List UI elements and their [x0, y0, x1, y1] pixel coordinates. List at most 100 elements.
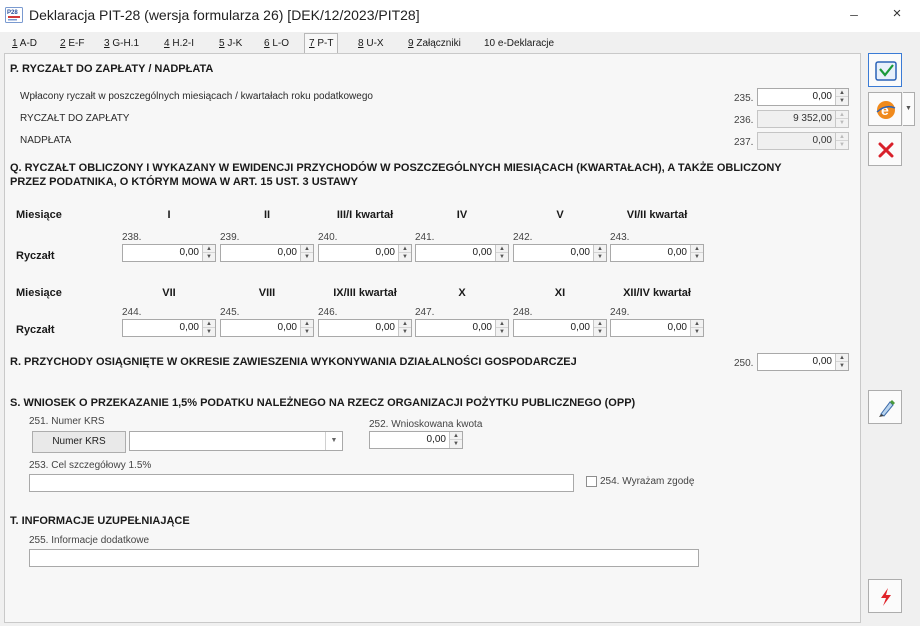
- overpayment-input: 0,00 ▲ ▼: [757, 132, 849, 150]
- monthly-flat-tax-input[interactable]: 0,00 ▲ ▼: [610, 244, 704, 262]
- save-button[interactable]: [868, 53, 902, 87]
- spin-down-icon: ▼: [839, 120, 845, 126]
- spin-down-icon[interactable]: ▼: [836, 362, 848, 370]
- requested-amount-input[interactable]: 0,00 ▲ ▼: [369, 431, 463, 449]
- close-button[interactable]: ×: [882, 5, 912, 27]
- tab-zalaczniki[interactable]: 9 Załączniki: [408, 35, 461, 53]
- tab-p-t[interactable]: 7 P-T: [304, 33, 339, 54]
- spin-down-icon[interactable]: ▼: [594, 253, 606, 261]
- spinner-buttons[interactable]: ▲ ▼: [690, 245, 703, 261]
- suspension-revenue-input[interactable]: 0,00 ▲ ▼: [757, 353, 849, 371]
- monthly-flat-tax-input[interactable]: 0,00 ▲ ▼: [415, 244, 509, 262]
- consent-checkbox[interactable]: [586, 476, 597, 487]
- flat-tax-row-label: Ryczałt: [16, 250, 55, 262]
- additional-info-input[interactable]: [29, 549, 699, 567]
- spin-up-icon[interactable]: ▲: [399, 320, 411, 328]
- e-declaration-dropdown[interactable]: ▼: [903, 92, 915, 126]
- spin-down-icon[interactable]: ▼: [496, 253, 508, 261]
- tab-e-deklaracje[interactable]: 10 e-Deklaracje: [484, 35, 554, 53]
- edit-button[interactable]: [868, 390, 902, 424]
- months-row-label: Miesiące: [16, 287, 62, 299]
- spin-down-icon[interactable]: ▼: [399, 328, 411, 336]
- tab-j-k[interactable]: 5 J-K: [219, 35, 242, 53]
- spin-up-icon[interactable]: ▲: [836, 89, 848, 97]
- section-q-title-line2: PRZEZ PODATNIKA, O KTÓRYM MOWA W ART. 15…: [10, 176, 358, 188]
- tab-u-x[interactable]: 8 U-X: [358, 35, 384, 53]
- spin-down-icon[interactable]: ▼: [301, 253, 313, 261]
- minimize-button[interactable]: –: [842, 6, 866, 26]
- tab-e-f[interactable]: 2 E-F: [60, 35, 84, 53]
- spin-down-icon[interactable]: ▼: [399, 253, 411, 261]
- spinner-buttons[interactable]: ▲ ▼: [300, 245, 313, 261]
- spinner-buttons[interactable]: ▲ ▼: [835, 89, 848, 105]
- spin-up-icon[interactable]: ▲: [691, 245, 703, 253]
- spin-down-icon[interactable]: ▼: [836, 97, 848, 105]
- month-header: I: [167, 209, 171, 221]
- monthly-flat-tax-input[interactable]: 0,00 ▲ ▼: [318, 244, 412, 262]
- spin-down-icon[interactable]: ▼: [496, 328, 508, 336]
- spin-up-icon[interactable]: ▲: [301, 245, 313, 253]
- spin-down-icon[interactable]: ▼: [301, 328, 313, 336]
- field-value: 0,00: [179, 247, 199, 258]
- monthly-flat-tax-input[interactable]: 0,00 ▲ ▼: [122, 244, 216, 262]
- krs-combo[interactable]: ▼: [129, 431, 343, 451]
- monthly-flat-tax-input[interactable]: 0,00 ▲ ▼: [220, 244, 314, 262]
- monthly-flat-tax-input[interactable]: 0,00 ▲ ▼: [415, 319, 509, 337]
- lightning-button[interactable]: [868, 579, 902, 613]
- e-declaration-button[interactable]: e: [868, 92, 902, 126]
- tab-g-h1[interactable]: 3 G-H.1: [104, 35, 139, 53]
- spin-up-icon[interactable]: ▲: [836, 354, 848, 362]
- spin-up-icon[interactable]: ▲: [496, 245, 508, 253]
- monthly-flat-tax-input[interactable]: 0,00 ▲ ▼: [513, 244, 607, 262]
- specific-goal-input[interactable]: [29, 474, 574, 492]
- spin-up-icon[interactable]: ▲: [594, 245, 606, 253]
- spin-up-icon[interactable]: ▲: [450, 432, 462, 440]
- spin-down-icon[interactable]: ▼: [691, 328, 703, 336]
- spin-up-icon[interactable]: ▲: [203, 245, 215, 253]
- spinner-buttons[interactable]: ▲ ▼: [593, 245, 606, 261]
- monthly-flat-tax-input[interactable]: 0,00 ▲ ▼: [513, 319, 607, 337]
- tab-h2-i[interactable]: 4 H.2-I: [164, 35, 194, 53]
- tab-label: A-D: [17, 38, 38, 49]
- spin-down-icon[interactable]: ▼: [450, 440, 462, 448]
- spinner-buttons[interactable]: ▲ ▼: [593, 320, 606, 336]
- chevron-down-icon[interactable]: ▼: [325, 432, 342, 450]
- monthly-flat-tax-input[interactable]: 0,00 ▲ ▼: [220, 319, 314, 337]
- spin-down-icon[interactable]: ▼: [203, 253, 215, 261]
- spinner-buttons[interactable]: ▲ ▼: [495, 245, 508, 261]
- field-number: 239.: [220, 232, 240, 243]
- spinner-buttons[interactable]: ▲ ▼: [202, 245, 215, 261]
- spinner-buttons: ▲ ▼: [835, 133, 848, 149]
- spinner-buttons[interactable]: ▲ ▼: [398, 320, 411, 336]
- spinner-buttons[interactable]: ▲ ▼: [300, 320, 313, 336]
- monthly-flat-tax-input[interactable]: 0,00 ▲ ▼: [318, 319, 412, 337]
- field-number: 248.: [513, 307, 533, 318]
- spinner-buttons[interactable]: ▲ ▼: [398, 245, 411, 261]
- spinner-buttons[interactable]: ▲ ▼: [835, 354, 848, 370]
- krs-button[interactable]: Numer KRS: [32, 431, 126, 453]
- spin-down-icon[interactable]: ▼: [691, 253, 703, 261]
- field-number: 242.: [513, 232, 533, 243]
- field-value: 0,00: [426, 434, 446, 445]
- monthly-flat-tax-input[interactable]: 0,00 ▲ ▼: [122, 319, 216, 337]
- spinner-buttons[interactable]: ▲ ▼: [690, 320, 703, 336]
- spin-up-icon[interactable]: ▲: [691, 320, 703, 328]
- spinner-buttons[interactable]: ▲ ▼: [449, 432, 462, 448]
- spin-up-icon[interactable]: ▲: [496, 320, 508, 328]
- tab-l-o[interactable]: 6 L-O: [264, 35, 289, 53]
- spin-up-icon[interactable]: ▲: [301, 320, 313, 328]
- cancel-button[interactable]: [868, 132, 902, 166]
- spinner-buttons[interactable]: ▲ ▼: [495, 320, 508, 336]
- month-header: XII/IV kwartał: [623, 287, 691, 299]
- spin-up-icon[interactable]: ▲: [399, 245, 411, 253]
- spinner-buttons[interactable]: ▲ ▼: [202, 320, 215, 336]
- spin-down-icon[interactable]: ▼: [594, 328, 606, 336]
- field-number: 245.: [220, 307, 240, 318]
- specific-goal-label: 253. Cel szczegółowy 1.5%: [29, 460, 152, 471]
- tab-a-d[interactable]: 1 A-D: [12, 35, 37, 53]
- spin-up-icon[interactable]: ▲: [203, 320, 215, 328]
- spin-up-icon[interactable]: ▲: [594, 320, 606, 328]
- paid-flat-tax-input[interactable]: 0,00 ▲ ▼: [757, 88, 849, 106]
- monthly-flat-tax-input[interactable]: 0,00 ▲ ▼: [610, 319, 704, 337]
- spin-down-icon[interactable]: ▼: [203, 328, 215, 336]
